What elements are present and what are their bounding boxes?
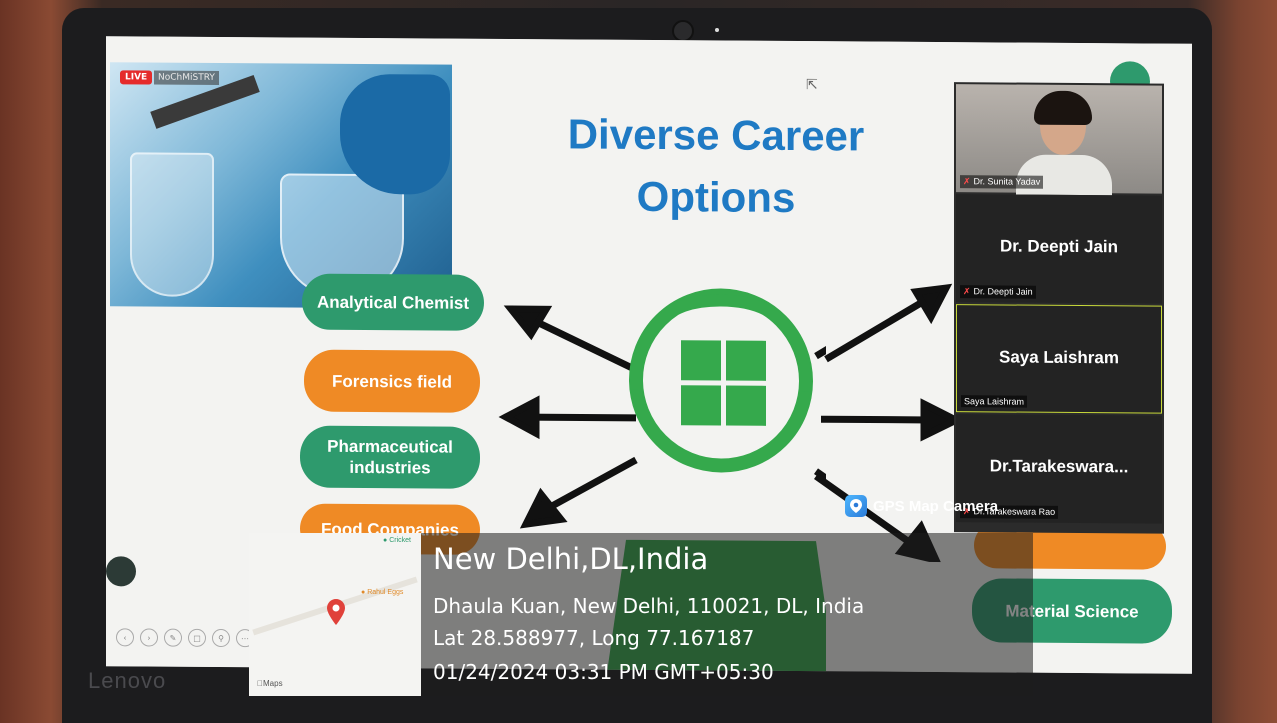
arrow-head-left (498, 395, 540, 440)
map-thumbnail: ● Cricket ● Rahul Eggs Maps (249, 533, 421, 696)
puzzle-2 (726, 340, 766, 381)
gps-address: Dhaula Kuan, New Delhi, 110021, DL, Indi… (433, 594, 865, 618)
participant-name: Dr.Tarakeswara... (989, 456, 1129, 477)
slide-toolbar: ‹ › ✎ □ ⚲ ⋯ (116, 628, 254, 648)
arrow-r-head (920, 398, 964, 442)
arrow-ur-head (910, 283, 953, 325)
puzzle-3 (681, 385, 721, 426)
arrows (498, 298, 826, 545)
participants-panel: ✗ Dr. Sunita Yadav Dr. Deepti Jain ✗ Dr. D… (954, 82, 1164, 534)
participant-name: Saya Laishram (998, 347, 1119, 368)
toolbar-zoom-icon[interactable]: ⚲ (212, 628, 230, 648)
laptop-brand: Lenovo (88, 668, 167, 693)
live-badge: LIVE (120, 70, 153, 85)
map-pin-icon (327, 599, 345, 625)
toolbar-pen-icon[interactable]: ✎ (164, 628, 182, 647)
participant-tile-2[interactable]: Dr. Deepti Jain ✗ Dr. Deepti Jain (956, 194, 1162, 304)
participant-hair (1034, 90, 1092, 126)
map-poi-rahul-eggs: ● Rahul Eggs (361, 589, 404, 596)
participant-tag: ✗ Dr. Sunita Yadav (960, 175, 1044, 189)
photo-scene: Lenovo LIVE NoChMiSTRY ⇱ Diverse Career … (0, 0, 1277, 723)
slide-title: Diverse Career Options (516, 103, 916, 230)
participant-tag: ✗ Dr. Deepti Jain (960, 285, 1036, 299)
title-line-1: Diverse Career (567, 110, 865, 160)
option-pharmaceutical: Pharmaceutical industries (300, 425, 480, 489)
flask-left (130, 152, 214, 297)
webcam (672, 20, 694, 42)
arrow-lower-left (544, 456, 638, 513)
arrow-left (526, 413, 636, 422)
participant-tag: Saya Laishram (961, 395, 1028, 408)
title-line-2: Options (636, 172, 796, 222)
toolbar-page-icon[interactable]: □ (188, 628, 206, 647)
arrow-upper-left (529, 316, 638, 374)
participant-tile-3[interactable]: Saya Laishram Saya Laishram (956, 304, 1162, 414)
gps-camera-icon (845, 495, 867, 517)
arrow-r (826, 415, 931, 424)
arrow-head-upper-left (503, 305, 553, 341)
gps-city: New Delhi,DL,India (433, 542, 709, 576)
participant-name: Dr. Deepti Jain (999, 236, 1119, 257)
arrow-head-lower-left (519, 487, 568, 529)
puzzle-1 (681, 340, 721, 381)
gps-datetime: 01/24/2024 03:31 PM GMT+05:30 (433, 660, 774, 684)
pen-tool-button[interactable] (106, 556, 136, 587)
option-analytical-chemist: Analytical Chemist (302, 273, 484, 331)
option-forensics: Forensics field (304, 349, 480, 413)
map-poi-cricket: ● Cricket (383, 537, 411, 544)
mic-off-icon: ✗ (963, 286, 971, 297)
mouse-cursor-icon: ⇱ (806, 77, 818, 94)
toolbar-prev-icon[interactable]: ‹ (116, 628, 134, 647)
participant-tile-1[interactable]: ✗ Dr. Sunita Yadav (956, 84, 1162, 196)
mic-off-icon: ✗ (963, 176, 971, 187)
gps-coordinates: Lat 28.588977, Long 77.167187 (433, 626, 755, 650)
live-video[interactable]: LIVE NoChMiSTRY (110, 62, 452, 309)
puzzle-4 (726, 385, 766, 426)
right-arrows (813, 283, 964, 563)
webcam-led (715, 28, 719, 32)
gps-app-label: GPS Map Camera (845, 495, 998, 517)
maps-brand: Maps (257, 679, 283, 688)
arrow-ur (824, 296, 928, 363)
channel-label: NoChMiSTRY (154, 70, 219, 85)
toolbar-next-icon[interactable]: › (140, 628, 158, 647)
